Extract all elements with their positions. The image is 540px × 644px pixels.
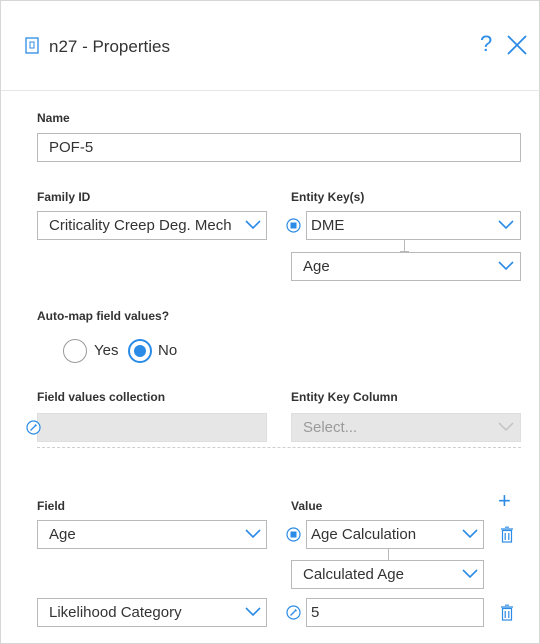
edit-icon[interactable] xyxy=(286,605,301,620)
add-mapping-button[interactable]: + xyxy=(498,490,511,512)
auto-map-label: Auto-map field values? xyxy=(37,309,170,323)
chevron-down-icon xyxy=(498,422,514,432)
entity-key-icon xyxy=(286,218,301,233)
field-values-collection-label: Field values collection xyxy=(37,390,166,404)
chevron-down-icon xyxy=(498,261,514,271)
panel-title: n27 - Properties xyxy=(49,37,170,56)
panel-header: n27 - Properties ? xyxy=(1,1,540,91)
document-icon xyxy=(25,37,39,54)
mapping-field-select-1[interactable]: Age xyxy=(37,520,267,549)
edit-icon[interactable] xyxy=(26,420,41,435)
auto-map-yes-label: Yes xyxy=(94,342,119,359)
trash-icon[interactable] xyxy=(500,526,514,543)
auto-map-no-label: No xyxy=(158,342,178,359)
mapping-field-select-2[interactable]: Likelihood Category xyxy=(37,598,267,627)
mapping-value-2: 5 xyxy=(311,604,320,621)
entity-key-column-select: Select... xyxy=(291,413,521,442)
chevron-down-icon xyxy=(462,529,478,539)
mapping-value-sub-1: Calculated Age xyxy=(303,566,404,583)
family-id-value: Criticality Creep Deg. Mech xyxy=(49,217,232,234)
entity-key-column-label: Entity Key Column xyxy=(291,390,398,404)
auto-map-yes-radio[interactable] xyxy=(63,339,87,363)
family-id-select[interactable]: Criticality Creep Deg. Mech xyxy=(37,211,267,240)
properties-panel: n27 - Properties ? Name POF-5 Family ID … xyxy=(0,0,540,644)
family-id-label: Family ID xyxy=(37,190,91,204)
mapping-value-sub-select-1[interactable]: Calculated Age xyxy=(291,560,484,589)
mapping-value-input-2[interactable]: 5 xyxy=(306,598,484,627)
mapping-value-select-1[interactable]: Age Calculation xyxy=(306,520,484,549)
entity-key-select-1[interactable]: DME xyxy=(306,211,521,240)
field-column-label: Field xyxy=(37,499,66,513)
mapping-field-value-2: Likelihood Category xyxy=(49,604,182,621)
entity-keys-label: Entity Key(s) xyxy=(291,190,365,204)
entity-key-select-2[interactable]: Age xyxy=(291,252,521,281)
auto-map-no-radio[interactable] xyxy=(128,339,152,363)
entity-key-value-1: DME xyxy=(311,217,345,234)
trash-icon[interactable] xyxy=(500,604,514,621)
mapping-field-value-1: Age xyxy=(49,526,76,543)
help-icon[interactable]: ? xyxy=(480,31,492,57)
value-column-label: Value xyxy=(291,499,323,513)
entity-key-icon xyxy=(286,527,301,542)
entity-key-column-placeholder: Select... xyxy=(303,419,358,436)
chevron-down-icon xyxy=(245,607,261,617)
chevron-down-icon xyxy=(245,220,261,230)
chevron-down-icon xyxy=(498,220,514,230)
section-divider xyxy=(37,447,521,448)
name-label: Name xyxy=(37,111,70,125)
entity-key-value-2: Age xyxy=(303,258,330,275)
field-values-collection-input xyxy=(37,413,267,442)
close-icon[interactable] xyxy=(506,34,528,56)
mapping-value-1: Age Calculation xyxy=(311,526,417,543)
name-input[interactable]: POF-5 xyxy=(37,133,521,162)
chevron-down-icon xyxy=(462,569,478,579)
chevron-down-icon xyxy=(245,529,261,539)
